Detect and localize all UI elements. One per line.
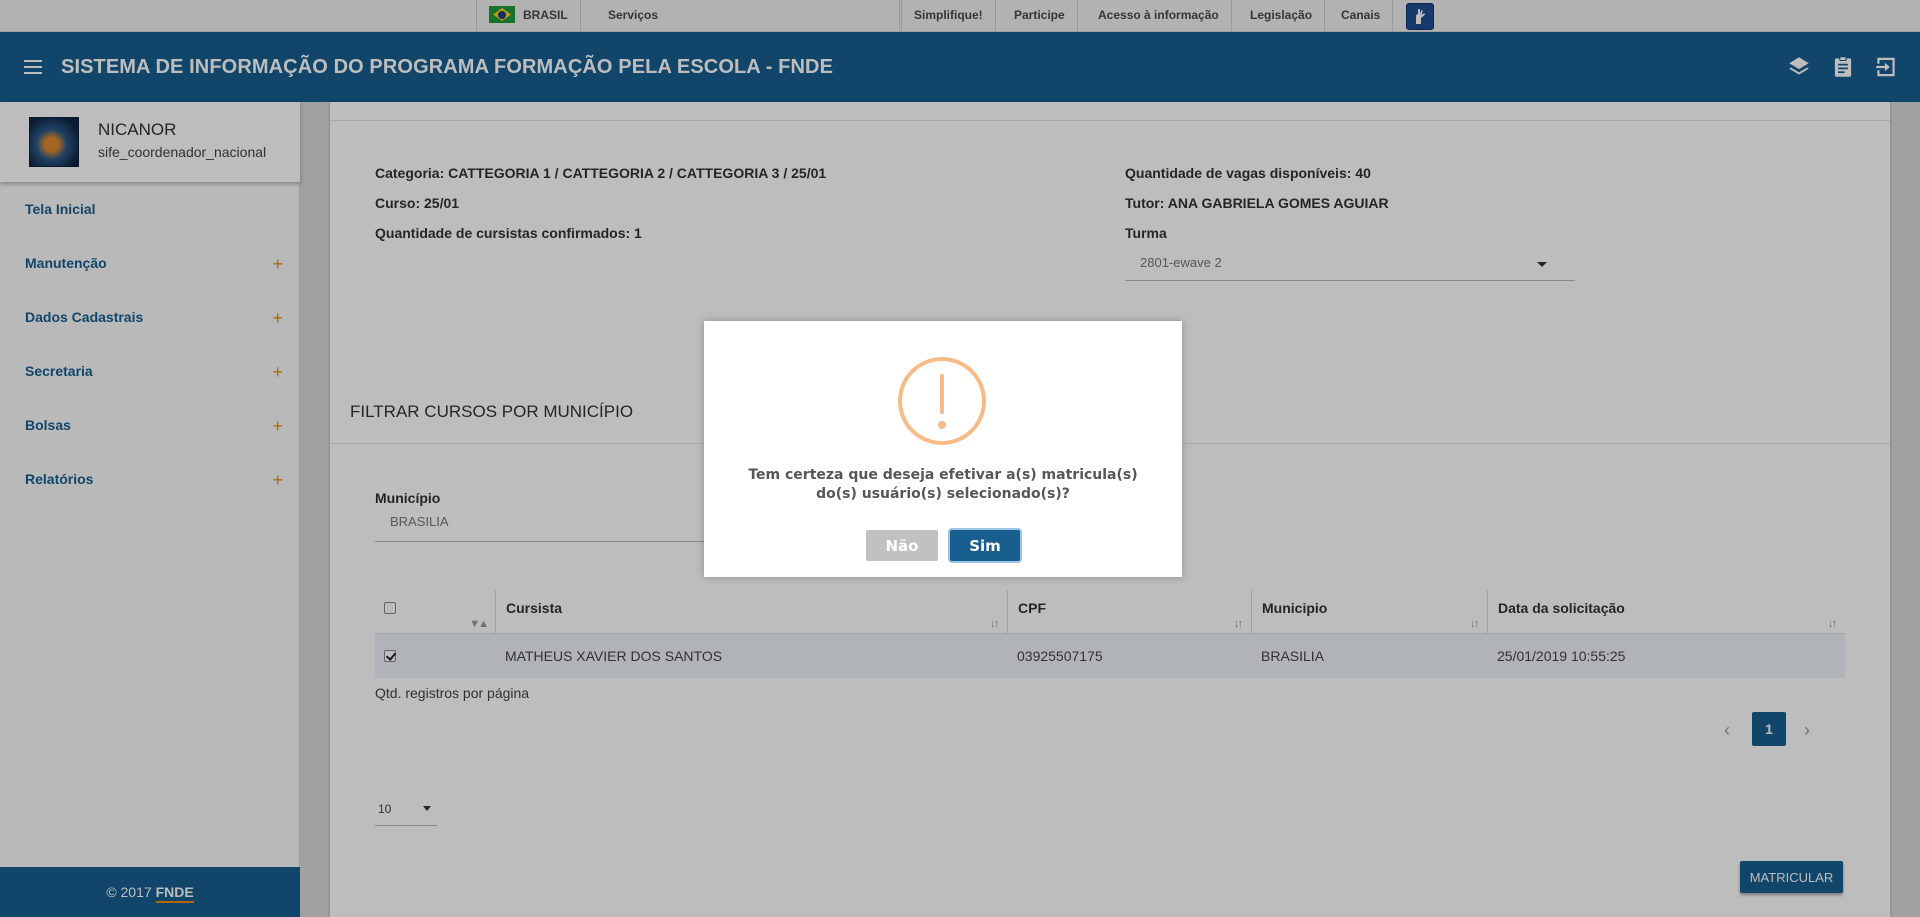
- warning-icon: [898, 357, 986, 445]
- cancel-button[interactable]: Não: [866, 530, 938, 561]
- confirm-dialog: Tem certeza que deseja efetivar a(s) mat…: [704, 321, 1182, 577]
- confirm-message: Tem certeza que deseja efetivar a(s) mat…: [748, 467, 1138, 502]
- confirm-button[interactable]: Sim: [950, 530, 1020, 561]
